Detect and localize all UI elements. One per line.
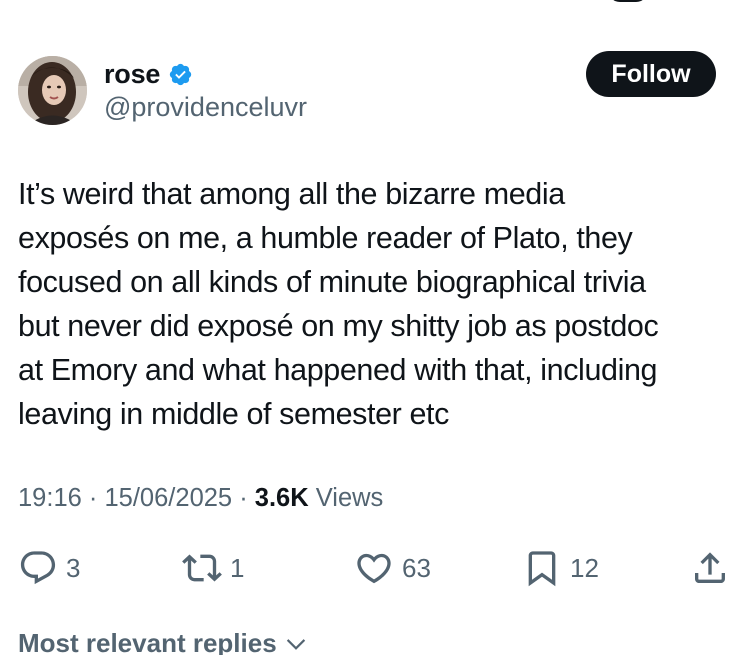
views-count[interactable]: 3.6K [255,484,309,512]
tweet-text: It’s weird that among all the bizarre me… [18,172,732,436]
tweet-text-line: leaving in middle of semester etc [18,397,449,431]
verified-badge-icon[interactable] [168,62,193,87]
author-handle[interactable]: @providenceluvr [104,92,307,123]
reply-button[interactable]: 3 [18,546,80,590]
replies-sort-toggle[interactable]: Most relevant replies [18,628,309,655]
avatar[interactable] [18,56,87,125]
reply-count: 3 [66,552,81,583]
action-bar: 3 1 63 12 [0,546,750,590]
like-button[interactable]: 63 [354,546,431,590]
author-name-row[interactable]: rose [104,58,193,90]
header-icon [608,0,648,2]
meta-separator: · [232,484,255,512]
tweet-text-line: focused on all kinds of minute biographi… [18,265,646,299]
tweet-time[interactable]: 19:16 [18,484,82,512]
tweet-text-line: but never did exposé on my shitty job as… [18,309,659,343]
author-name[interactable]: rose [104,59,160,90]
share-button[interactable] [690,546,730,590]
bookmark-button[interactable]: 12 [522,546,599,590]
tweet-detail-page: rose @providenceluvr Follow It’s weird t… [0,0,750,655]
follow-button[interactable]: Follow [586,51,716,97]
repost-count: 1 [230,552,245,583]
replies-heading: Most relevant replies [18,628,277,655]
tweet-text-line: at Emory and what happened with that, in… [18,353,658,387]
avatar-image [18,56,87,125]
bookmark-count: 12 [570,552,599,583]
like-count: 63 [402,552,431,583]
tweet-meta: 19:16 · 15/06/2025 · 3.6K Views [18,484,383,513]
views-label[interactable]: Views [309,484,384,512]
speech-bubble-icon [20,551,56,585]
cropped-header [0,0,750,6]
heart-icon [357,553,391,584]
tweet-text-line: exposés on me, a humble reader of Plato,… [18,221,633,255]
share-upload-icon [695,552,725,583]
repost-arrows-icon [182,554,222,582]
tweet-text-line: It’s weird that among all the bizarre me… [18,177,565,211]
repost-button[interactable]: 1 [182,546,244,590]
tweet-date[interactable]: 15/06/2025 [104,484,232,512]
chevron-down-icon [286,638,305,650]
meta-separator: · [81,484,105,512]
bookmark-icon [528,551,556,587]
